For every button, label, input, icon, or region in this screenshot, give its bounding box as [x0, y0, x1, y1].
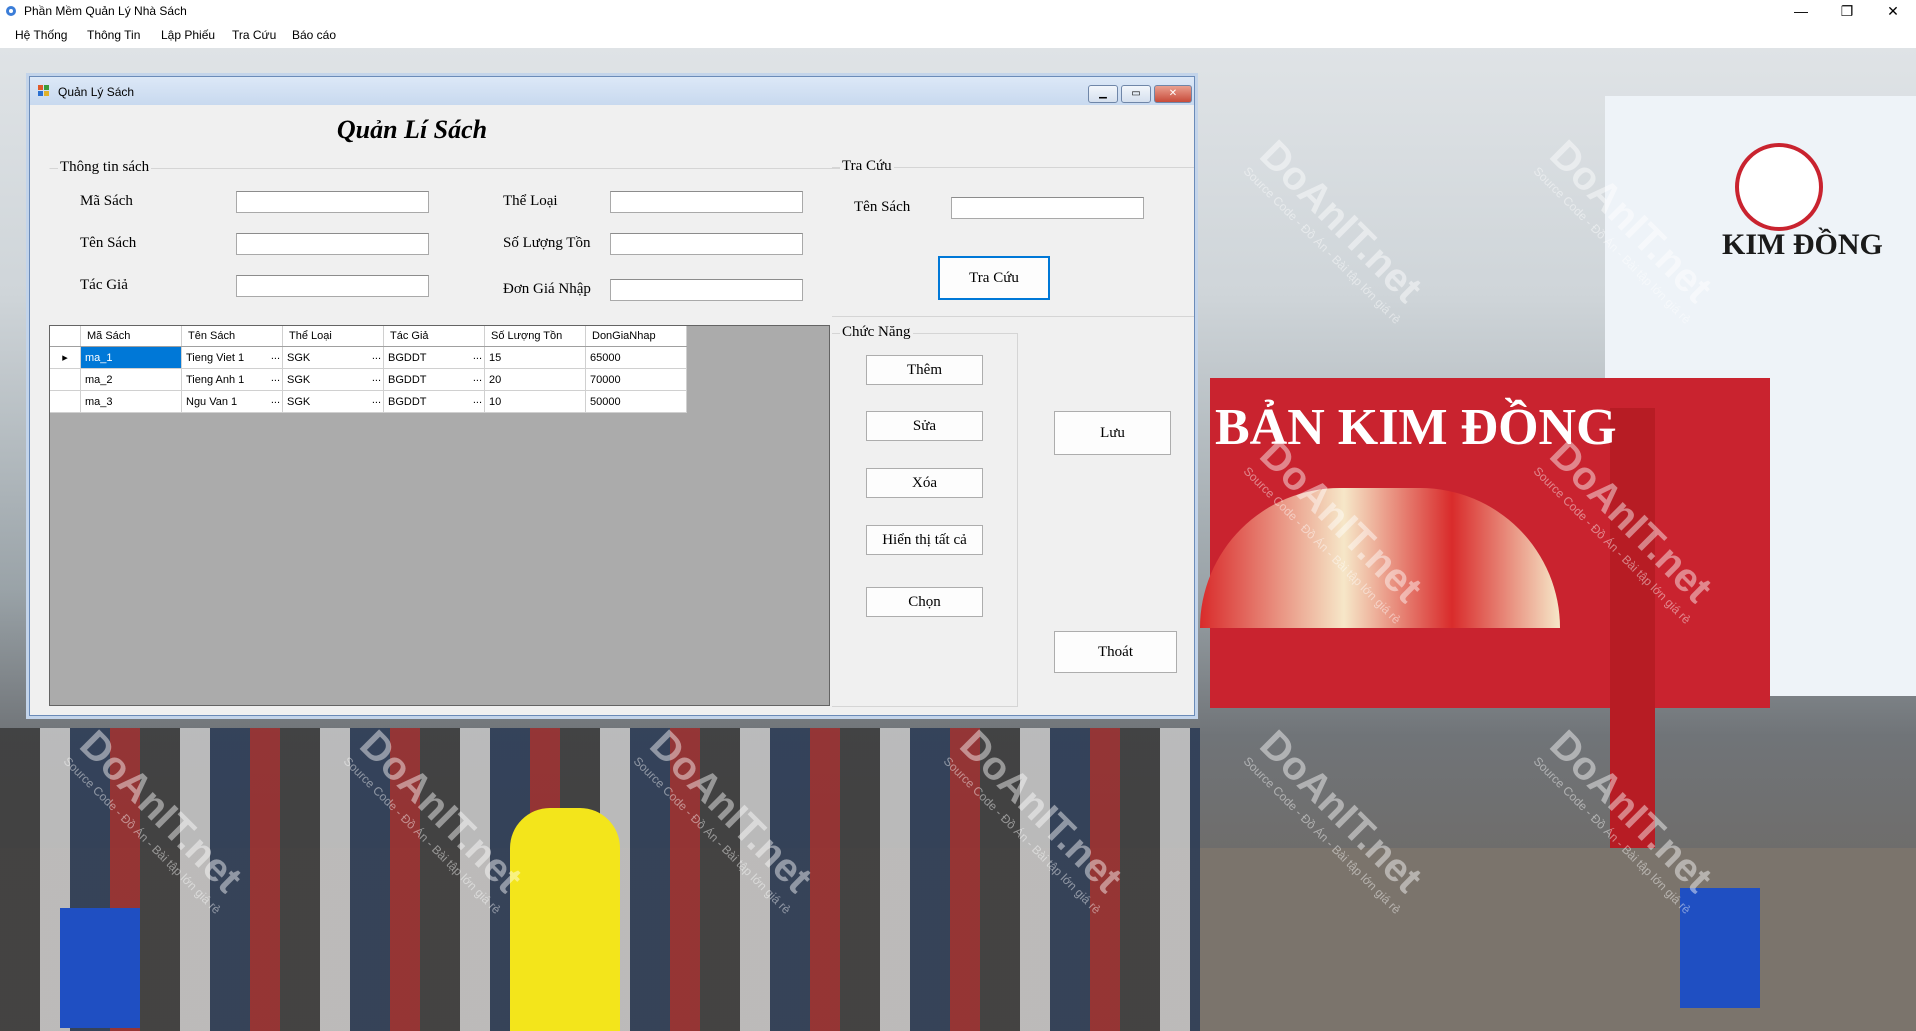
column-header-ma-sach[interactable]: Mã Sách: [80, 326, 182, 347]
column-header-ten-sach[interactable]: Tên Sách: [181, 326, 283, 347]
ellipsis: ...: [371, 350, 381, 362]
form-minimize-button[interactable]: ▁: [1088, 85, 1118, 103]
tac-gia-input[interactable]: [236, 275, 429, 297]
table-cell[interactable]: ma_2: [80, 368, 182, 391]
so-luong-ton-label: Số Lượng Tồn: [503, 235, 591, 251]
column-header-the-loai[interactable]: Thể Loại: [282, 326, 384, 347]
table-cell[interactable]: SGK...: [282, 346, 384, 369]
ma-sach-label: Mã Sách: [80, 193, 133, 209]
ellipsis: ...: [472, 372, 482, 384]
row-header[interactable]: [50, 390, 81, 413]
table-cell[interactable]: 65000: [585, 346, 687, 369]
minimize-button[interactable]: —: [1778, 0, 1824, 22]
function-group: Chức Năng: [832, 324, 1018, 707]
table-cell[interactable]: SGK...: [282, 390, 384, 413]
luu-button[interactable]: Lưu: [1054, 411, 1171, 455]
table-cell[interactable]: 15: [484, 346, 586, 369]
ellipsis: ...: [472, 350, 482, 362]
ellipsis: ...: [270, 350, 280, 362]
person-yellow: [510, 808, 620, 1031]
book-info-group-label: Thông tin sách: [58, 159, 152, 176]
the-loai-label: Thể Loại: [503, 193, 558, 209]
column-header-so-luong-ton[interactable]: Số Lượng Tồn: [484, 326, 586, 347]
table-cell[interactable]: ma_1: [80, 346, 182, 369]
function-group-label: Chức Năng: [840, 324, 913, 341]
book-table: Mã Sách Tên Sách Thể Loại Tác Giả Số Lượ…: [50, 326, 687, 413]
don-gia-nhap-label: Đơn Giá Nhập: [503, 281, 591, 297]
menu-he-thong[interactable]: Hệ Thống: [15, 28, 67, 42]
the-loai-input[interactable]: [610, 191, 803, 213]
quan-ly-sach-form: Quản Lý Sách ▁ ▭ ✕ Quản Lí Sách Thông ti…: [29, 76, 1195, 716]
search-group-label: Tra Cứu: [840, 158, 894, 175]
row-header-corner: [50, 326, 81, 347]
table-cell[interactable]: SGK...: [282, 368, 384, 391]
form-icon: [38, 85, 49, 96]
row-header[interactable]: [50, 368, 81, 391]
table-row[interactable]: ma_3 Ngu Van 1... SGK... BGDDT... 10 500…: [50, 390, 687, 413]
don-gia-nhap-input[interactable]: [610, 279, 803, 301]
table-cell[interactable]: 70000: [585, 368, 687, 391]
ten-sach-label: Tên Sách: [80, 235, 137, 251]
table-cell[interactable]: Tieng Viet 1...: [181, 346, 283, 369]
form-heading: Quản Lí Sách: [336, 115, 488, 144]
xoa-button[interactable]: Xóa: [866, 468, 983, 498]
sua-button[interactable]: Sửa: [866, 411, 983, 441]
tra-cuu-button[interactable]: Tra Cứu: [938, 256, 1050, 300]
ellipsis: ...: [270, 394, 280, 406]
table-cell[interactable]: BGDDT...: [383, 346, 485, 369]
table-cell[interactable]: 10: [484, 390, 586, 413]
ellipsis: ...: [371, 372, 381, 384]
book-grid[interactable]: Mã Sách Tên Sách Thể Loại Tác Giả Số Lượ…: [49, 325, 830, 706]
table-cell[interactable]: ma_3: [80, 390, 182, 413]
table-cell[interactable]: Ngu Van 1...: [181, 390, 283, 413]
form-maximize-button[interactable]: ▭: [1121, 85, 1151, 103]
search-ten-sach-label: Tên Sách: [854, 199, 911, 215]
table-row[interactable]: ▸ ma_1 Tieng Viet 1... SGK... BGDDT... 1…: [50, 346, 687, 369]
ellipsis: ...: [472, 394, 482, 406]
thoat-button[interactable]: Thoát: [1054, 631, 1177, 673]
menu-tra-cuu[interactable]: Tra Cứu: [232, 28, 276, 42]
kim-dong-logo-icon: [1735, 143, 1823, 231]
table-cell[interactable]: 20: [484, 368, 586, 391]
table-cell[interactable]: 50000: [585, 390, 687, 413]
table-cell[interactable]: BGDDT...: [383, 368, 485, 391]
ellipsis: ...: [371, 394, 381, 406]
so-luong-ton-input[interactable]: [610, 233, 803, 255]
blue-stool: [60, 908, 140, 1028]
window-titlebar: Phần Mềm Quản Lý Nhà Sách — ❐ ✕: [0, 0, 1916, 22]
table-cell[interactable]: Tieng Anh 1...: [181, 368, 283, 391]
restore-button[interactable]: ❐: [1824, 0, 1870, 22]
table-header-row: Mã Sách Tên Sách Thể Loại Tác Giả Số Lượ…: [50, 326, 687, 347]
tac-gia-label: Tác Giả: [80, 277, 128, 293]
current-row-indicator-icon[interactable]: ▸: [50, 346, 81, 369]
them-button[interactable]: Thêm: [866, 355, 983, 385]
form-title: Quản Lý Sách: [58, 85, 135, 99]
column-header-tac-gia[interactable]: Tác Giả: [383, 326, 485, 347]
column-header-don-gia-nhap[interactable]: DonGiaNhap: [585, 326, 687, 347]
window-title: Phần Mềm Quản Lý Nhà Sách: [24, 4, 187, 18]
search-ten-sach-input[interactable]: [951, 197, 1144, 219]
close-button[interactable]: ✕: [1870, 0, 1916, 22]
menu-bao-cao[interactable]: Báo cáo: [292, 28, 336, 42]
menu-thong-tin[interactable]: Thông Tin: [87, 28, 140, 42]
form-close-button[interactable]: ✕: [1154, 85, 1192, 103]
app-icon: [6, 6, 16, 16]
menu-bar: Hệ Thống Thông Tin Lập Phiếu Tra Cứu Báo…: [0, 22, 1916, 49]
hien-thi-tat-ca-button[interactable]: Hiển thị tất cả: [866, 525, 983, 555]
brand-sign: KIM ĐỒNG: [1722, 228, 1883, 261]
ten-sach-input[interactable]: [236, 233, 429, 255]
form-titlebar: Quản Lý Sách ▁ ▭ ✕: [30, 77, 1194, 105]
table-cell[interactable]: BGDDT...: [383, 390, 485, 413]
menu-lap-phieu[interactable]: Lập Phiếu: [161, 28, 215, 42]
ellipsis: ...: [270, 372, 280, 384]
chon-button[interactable]: Chọn: [866, 587, 983, 617]
table-row[interactable]: ma_2 Tieng Anh 1... SGK... BGDDT... 20 7…: [50, 368, 687, 391]
ma-sach-input[interactable]: [236, 191, 429, 213]
